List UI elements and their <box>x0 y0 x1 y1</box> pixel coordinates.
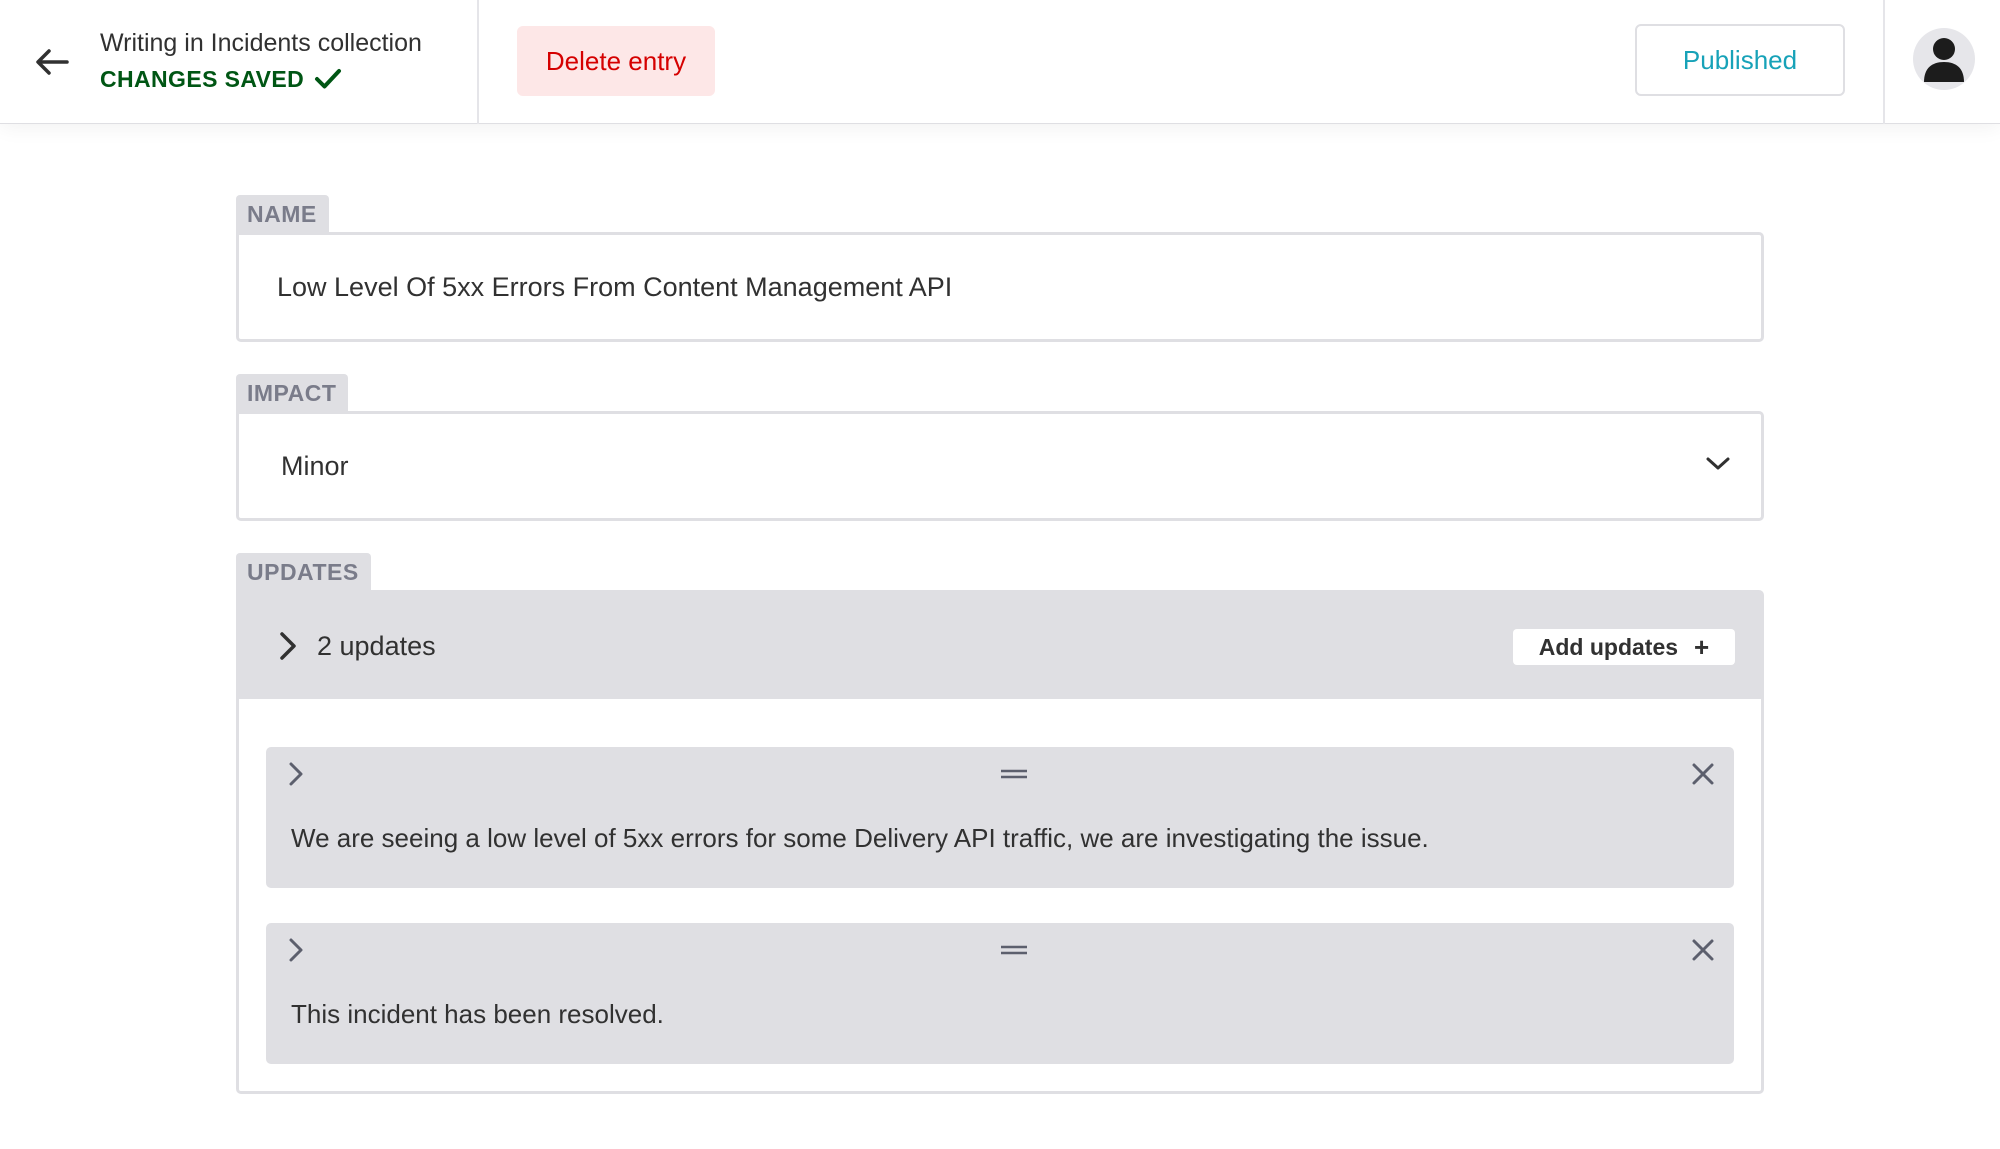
close-icon[interactable] <box>1688 935 1718 965</box>
chevron-right-icon[interactable] <box>286 759 306 789</box>
add-updates-label: Add updates <box>1538 633 1679 660</box>
collection-title: Writing in Incidents collection <box>100 29 422 57</box>
add-updates-button[interactable]: Add updates + <box>1513 629 1735 665</box>
close-icon[interactable] <box>1688 759 1718 789</box>
list-item: We are seeing a low level of 5xx errors … <box>266 747 1734 888</box>
header-divider <box>477 0 479 124</box>
updates-field: UPDATES 2 updates Add updates + We are s… <box>236 553 1764 1094</box>
entry-form: NAME IMPACT Minor UPDATES 2 updates <box>236 195 1764 1126</box>
name-field: NAME <box>236 195 1764 342</box>
impact-label: IMPACT <box>236 374 349 411</box>
header-divider <box>1883 0 1885 124</box>
user-icon <box>1924 38 1964 82</box>
drag-handle-icon[interactable] <box>999 943 1029 957</box>
entry-title-block: Writing in Incidents collection CHANGES … <box>100 26 422 94</box>
name-label: NAME <box>236 195 329 232</box>
updates-panel: 2 updates Add updates + We are seeing a … <box>236 590 1764 1094</box>
updates-count: 2 updates <box>317 630 436 661</box>
impact-field: IMPACT Minor <box>236 374 1764 521</box>
list-item: This incident has been resolved. <box>266 923 1734 1064</box>
chevron-right-icon[interactable] <box>286 935 306 965</box>
updates-header: 2 updates Add updates + <box>239 593 1761 699</box>
save-status: CHANGES SAVED <box>100 64 422 94</box>
chevron-down-icon <box>1706 457 1730 470</box>
chevron-right-icon <box>280 632 296 660</box>
impact-select[interactable]: Minor <box>236 411 1764 521</box>
drag-handle-icon[interactable] <box>999 767 1029 781</box>
plus-icon: + <box>1694 632 1710 662</box>
avatar[interactable] <box>1913 28 1975 90</box>
save-status-text: CHANGES SAVED <box>100 66 305 92</box>
update-text: This incident has been resolved. <box>291 999 664 1029</box>
delete-entry-button[interactable]: Delete entry <box>517 26 715 96</box>
updates-collapse-toggle[interactable]: 2 updates <box>279 631 436 662</box>
updates-label: UPDATES <box>236 553 371 590</box>
updates-list: We are seeing a low level of 5xx errors … <box>239 699 1761 1091</box>
name-input[interactable] <box>236 232 1764 342</box>
checkmark-icon <box>315 69 342 89</box>
impact-select-value: Minor <box>281 450 349 481</box>
update-text: We are seeing a low level of 5xx errors … <box>291 823 1429 853</box>
publish-status-button[interactable]: Published <box>1635 24 1845 96</box>
editor-header: Writing in Incidents collection CHANGES … <box>0 0 2000 124</box>
back-button[interactable] <box>30 40 74 84</box>
arrow-left-icon <box>36 49 69 75</box>
